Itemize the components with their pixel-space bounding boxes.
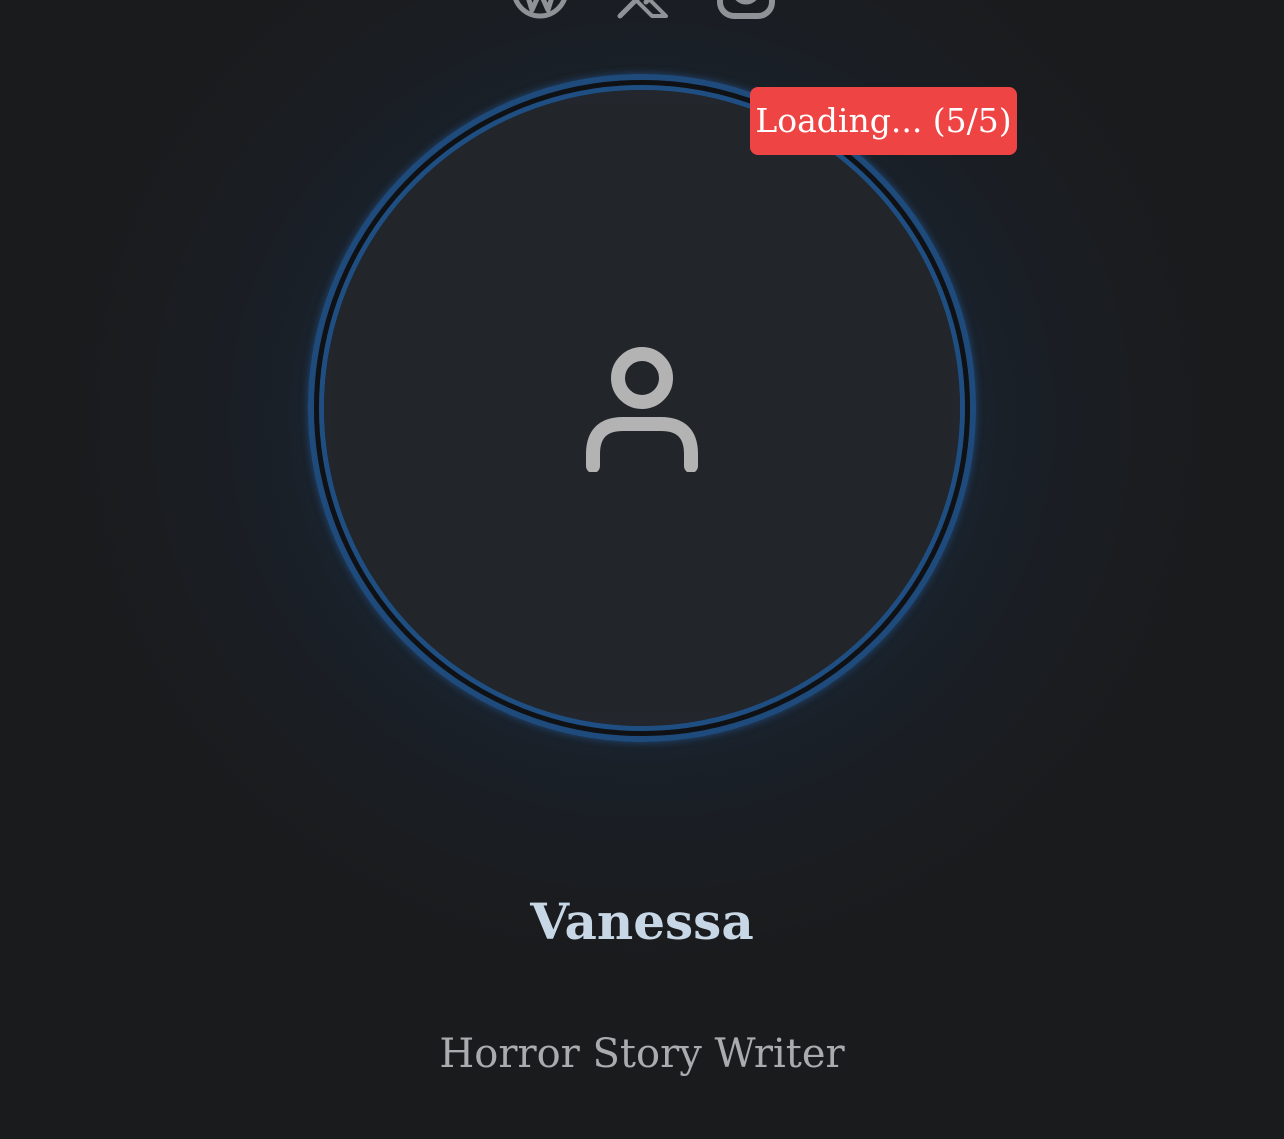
social-links bbox=[0, 0, 1284, 22]
user-icon bbox=[586, 344, 698, 472]
profile-name: Vanessa bbox=[530, 892, 754, 951]
wordpress-icon[interactable] bbox=[510, 0, 570, 20]
loading-badge: Loading... (5/5) bbox=[750, 87, 1017, 155]
profile-title: Horror Story Writer bbox=[439, 1031, 845, 1077]
instagram-icon[interactable] bbox=[716, 0, 776, 20]
x-icon[interactable] bbox=[612, 0, 672, 20]
